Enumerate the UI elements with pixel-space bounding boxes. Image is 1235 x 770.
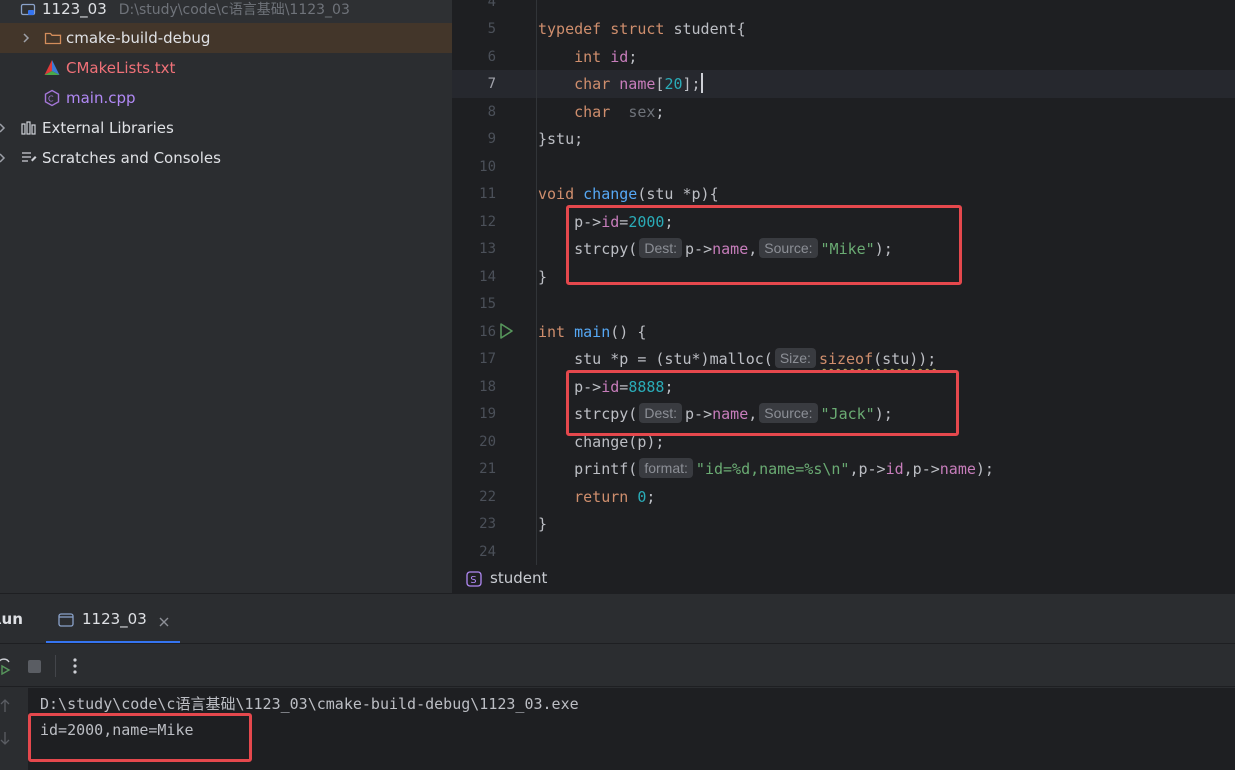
param-hint-format: format: <box>639 458 693 478</box>
line-number: 13 <box>479 241 496 257</box>
stop-icon[interactable] <box>27 659 42 674</box>
param-hint-size: Size: <box>774 348 816 368</box>
close-icon[interactable] <box>158 613 170 627</box>
chevron-right-icon[interactable] <box>0 152 8 164</box>
code-line: int main() { <box>538 323 647 341</box>
tree-item-label: main.cpp <box>66 89 136 107</box>
tree-item-project-root[interactable]: 1123_03 D:\study\code\c语言基础\1123_03 <box>0 0 452 24</box>
console-icon <box>58 612 74 627</box>
line-number: 15 <box>479 296 496 312</box>
project-name: 1123_03 <box>42 0 107 18</box>
line-number: 7 <box>487 76 496 92</box>
struct-icon: S <box>466 571 482 587</box>
tree-item-scratches[interactable]: Scratches and Consoles <box>0 143 452 173</box>
line-number: 20 <box>479 434 496 450</box>
annotation-box <box>28 713 252 762</box>
tree-item-main-cpp[interactable]: C main.cpp <box>0 83 452 113</box>
line-number: 5 <box>487 21 496 37</box>
run-tab-label[interactable]: 1123_03 <box>82 610 147 628</box>
library-icon <box>20 119 38 137</box>
folder-icon <box>44 29 62 47</box>
breadcrumb-label[interactable]: student <box>490 569 547 587</box>
code-line: stu *p = (stu*)malloc(Size: sizeof(stu)); <box>574 348 937 368</box>
svg-text:C: C <box>48 95 54 104</box>
chevron-right-icon[interactable] <box>20 32 32 44</box>
code-line: void change(stu *p){ <box>538 185 719 203</box>
line-number: 8 <box>487 104 496 120</box>
run-icon[interactable] <box>498 322 514 340</box>
run-panel-title: Run <box>0 610 23 628</box>
line-number: 6 <box>487 49 496 65</box>
tree-item-cmakelists[interactable]: CMakeLists.txt <box>0 53 452 83</box>
tree-item-label: CMakeLists.txt <box>66 59 176 77</box>
cpp-file-icon: C <box>43 89 61 107</box>
code-line: typedef struct student{ <box>538 20 746 38</box>
line-number: 10 <box>479 159 496 175</box>
scratches-icon <box>20 149 38 167</box>
line-number: 22 <box>479 489 496 505</box>
chevron-right-icon[interactable] <box>0 122 8 134</box>
line-number: 23 <box>479 516 496 532</box>
code-line: return 0; <box>574 488 656 506</box>
code-editor[interactable]: 4 5 6 7 8 9 10 11 12 13 14 15 16 17 18 1… <box>452 0 1235 565</box>
code-line: } <box>538 268 548 286</box>
tree-item-label: Scratches and Consoles <box>42 149 221 167</box>
line-number: 16 <box>479 324 496 340</box>
line-number: 21 <box>479 461 496 477</box>
line-number: 19 <box>479 406 496 422</box>
tree-item-label: External Libraries <box>42 119 174 137</box>
run-panel-header: Run 1123_03 <box>0 594 1235 644</box>
tree-item-cmake-build-debug[interactable]: cmake-build-debug <box>0 23 452 53</box>
arrow-up-icon[interactable] <box>0 698 10 714</box>
cmake-icon <box>43 59 61 77</box>
module-icon <box>20 1 38 19</box>
line-number: 12 <box>479 214 496 230</box>
code-line: int id; <box>574 48 638 66</box>
run-panel: Run 1123_03 D:\study\code\c语言基础\1123_03\… <box>0 593 1235 770</box>
console-line: D:\study\code\c语言基础\1123_03\cmake-build-… <box>40 695 579 713</box>
console-side-toolbar <box>0 688 28 770</box>
svg-text:S: S <box>470 575 476 586</box>
project-tree: 1123_03 D:\study\code\c语言基础\1123_03 cmake… <box>0 0 452 593</box>
text-caret <box>700 73 703 93</box>
line-number: 9 <box>487 131 496 147</box>
line-number: 11 <box>479 186 496 202</box>
code-line: } <box>538 515 548 533</box>
project-path: D:\study\code\c语言基础\1123_03 <box>118 2 350 18</box>
code-line: printf(format: "id=%d,name=%s\n",p->id,p-… <box>574 458 994 478</box>
console-output[interactable]: D:\study\code\c语言基础\1123_03\cmake-build-… <box>28 688 1235 770</box>
more-options-icon[interactable] <box>72 656 78 676</box>
line-number: 17 <box>479 351 496 367</box>
code-line: }stu; <box>538 130 584 148</box>
annotation-box <box>566 205 962 285</box>
line-number: 18 <box>479 379 496 395</box>
line-number: 14 <box>479 269 496 285</box>
code-line: char sex; <box>574 103 665 121</box>
rerun-icon[interactable] <box>0 657 12 676</box>
fold-guide <box>536 0 537 565</box>
tree-item-label: cmake-build-debug <box>66 29 211 47</box>
arrow-down-icon[interactable] <box>0 730 10 746</box>
line-number: 4 <box>487 0 496 10</box>
breadcrumb[interactable]: S student <box>452 565 1235 593</box>
toolbar-divider <box>55 655 56 677</box>
line-number: 24 <box>479 544 496 560</box>
tree-item-external-libraries[interactable]: External Libraries <box>0 113 452 143</box>
annotation-box <box>566 370 959 436</box>
code-line: char name[20]; <box>574 73 703 93</box>
active-tab-indicator <box>46 641 180 643</box>
run-toolbar <box>0 645 1235 687</box>
